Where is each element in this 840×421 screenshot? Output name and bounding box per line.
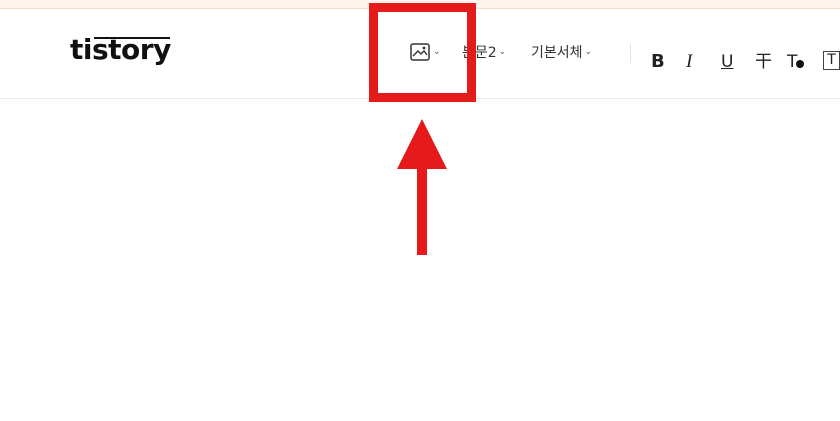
editor-page: tistory ⌄ 본문2 ⌄ 기본서체 ⌄ B I U 干 T T (0, 0, 840, 421)
chevron-down-icon: ⌄ (498, 46, 507, 57)
chevron-down-icon: ⌄ (584, 46, 593, 57)
italic-button[interactable]: I (686, 49, 692, 75)
background-color-button[interactable]: T (823, 51, 840, 70)
annotation-arrow-head-icon (397, 119, 447, 169)
font-family-dropdown[interactable]: 기본서체 ⌄ (531, 39, 592, 65)
tistory-logo[interactable]: tistory (70, 33, 171, 67)
annotation-arrow-shaft (417, 166, 427, 255)
text-color-button[interactable]: T (787, 49, 805, 75)
annotation-highlight-box (369, 3, 476, 102)
bold-button[interactable]: B (651, 49, 665, 75)
strikethrough-button[interactable]: 干 (755, 49, 772, 75)
toolbar-divider (630, 43, 631, 63)
font-family-label: 기본서체 (531, 45, 583, 61)
color-dot-icon (796, 60, 805, 68)
underline-button[interactable]: U (721, 49, 733, 75)
